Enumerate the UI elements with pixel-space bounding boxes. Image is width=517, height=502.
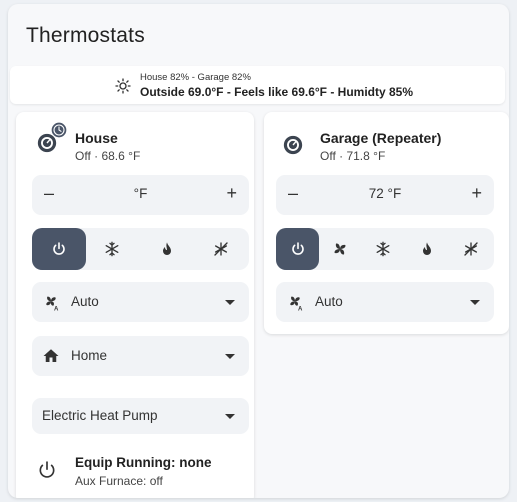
auto-off-icon — [214, 242, 228, 256]
equipment-select[interactable]: Electric Heat Pump — [32, 398, 249, 434]
preset-select[interactable]: Home — [32, 336, 249, 376]
fan-mode-select[interactable]: A Auto — [276, 282, 494, 322]
page-title: Thermostats — [26, 24, 145, 47]
mode-cool-button[interactable] — [362, 228, 404, 270]
equip-running-status: Equip Running: none — [75, 455, 212, 470]
power-icon — [39, 461, 55, 478]
power-icon — [53, 242, 65, 255]
thermostat-state: Off · 68.6 °F — [75, 149, 141, 163]
mode-heat-button[interactable] — [146, 228, 188, 270]
flame-icon — [423, 242, 431, 255]
target-temp: °F — [133, 186, 148, 201]
target-temp-control: – 72 °F + — [276, 175, 494, 215]
svg-text:A: A — [54, 306, 59, 311]
humidity-summary: House 82% - Garage 82% — [140, 72, 251, 83]
garage-thermostat-card: Garage (Repeater) Off · 71.8 °F – 72 °F … — [264, 112, 509, 334]
chevron-down-icon — [225, 300, 235, 305]
chevron-down-icon — [225, 414, 235, 419]
mode-auto-button[interactable] — [200, 228, 242, 270]
svg-text:A: A — [298, 306, 303, 311]
thermostat-state: Off · 71.8 °F — [320, 149, 386, 163]
weather-summary: House 82% - Garage 82% Outside 69.0°F - … — [10, 66, 505, 104]
chevron-down-icon — [225, 354, 235, 359]
preset-value: Home — [71, 348, 108, 363]
thermostats-panel: Thermostats House 82% - Garage 82% Outsi… — [8, 4, 509, 498]
sun-icon — [115, 78, 131, 94]
outside-weather: Outside 69.0°F - Feels like 69.6°F - Hum… — [140, 85, 414, 99]
fan-icon — [334, 243, 346, 255]
fan-auto-icon: A — [46, 296, 59, 311]
mode-auto-button[interactable] — [450, 228, 492, 270]
mode-off-button[interactable] — [32, 228, 86, 270]
hvac-mode-bar — [276, 228, 494, 270]
mode-off-button[interactable] — [276, 228, 319, 270]
increase-temp-button[interactable]: + — [471, 184, 482, 202]
thermostat-name: Garage (Repeater) — [320, 130, 442, 146]
auto-off-icon — [464, 242, 478, 256]
target-temp: 72 °F — [368, 186, 402, 201]
aux-furnace-status: Aux Furnace: off — [75, 474, 163, 488]
target-temp-control: – °F + — [32, 175, 249, 215]
mode-heat-button[interactable] — [406, 228, 448, 270]
thermostat-icon[interactable] — [282, 134, 304, 156]
mode-cool-button[interactable] — [91, 228, 133, 270]
hvac-mode-bar — [32, 228, 249, 270]
snowflake-icon — [376, 241, 390, 257]
fan-auto-icon: A — [290, 296, 303, 311]
house-thermostat-card: House Off · 68.6 °F – °F + A Auto Home E… — [16, 112, 254, 498]
schedule-clock-icon — [51, 122, 67, 138]
mode-fan-button[interactable] — [319, 228, 361, 270]
snowflake-icon — [105, 241, 119, 257]
increase-temp-button[interactable]: + — [226, 184, 237, 202]
equipment-value: Electric Heat Pump — [42, 408, 158, 423]
thermostat-name: House — [75, 130, 118, 146]
home-icon — [43, 349, 59, 362]
chevron-down-icon — [470, 300, 480, 305]
fan-mode-value: Auto — [71, 294, 99, 309]
fan-mode-select[interactable]: A Auto — [32, 282, 249, 322]
power-icon — [291, 242, 304, 255]
flame-icon — [163, 242, 171, 255]
fan-mode-value: Auto — [315, 294, 343, 309]
